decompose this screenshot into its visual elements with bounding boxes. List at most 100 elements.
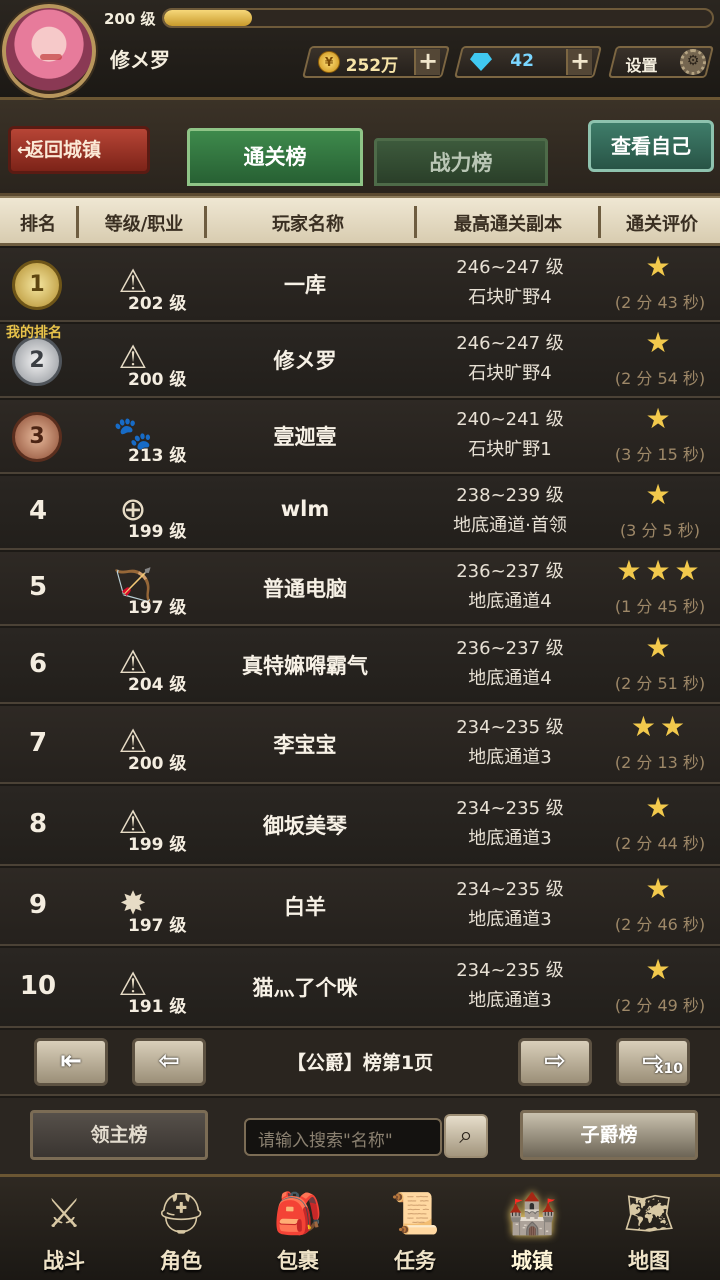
back-to-town-button[interactable]: ← 返回城镇 xyxy=(8,126,150,174)
add-gem-button[interactable]: + xyxy=(566,47,592,75)
back-label: 返回城镇 xyxy=(25,139,102,161)
player-avatar[interactable] xyxy=(2,4,96,98)
settings-button[interactable]: 设置 ⚙ xyxy=(608,46,714,78)
next-page-button[interactable]: ⇨ xyxy=(518,1038,592,1086)
player-name: wlm xyxy=(280,497,330,521)
dungeon-name: 地底通道4 xyxy=(468,668,552,689)
table-row[interactable]: 10 ⚠ 191 级 猫灬了个咪 234~235 级 地底通道3 ★ (2 分 … xyxy=(0,948,720,1028)
nav-label: 任务 xyxy=(394,1249,436,1273)
dungeon-name: 石块旷野1 xyxy=(468,439,552,460)
clear-time: (2 分 43 秒) xyxy=(614,293,706,312)
clear-time: (3 分 15 秒) xyxy=(614,445,706,464)
search-bar: 领主榜 请输入搜索"名称" ⌕ 子爵榜 xyxy=(0,1098,720,1174)
nav-item[interactable]: ⚔ 战斗 xyxy=(8,1185,120,1280)
table-row[interactable]: 5 🏹 197 级 普通电脑 236~237 级 地底通道4 ★★★ (1 分 … xyxy=(0,552,720,626)
table-row[interactable]: 7 ⚠ 200 级 李宝宝 234~235 级 地底通道3 ★★ (2 分 13… xyxy=(0,706,720,784)
page-label: 【公爵】榜第1页 xyxy=(286,1052,434,1074)
nav-item[interactable]: 📜 任务 xyxy=(359,1185,471,1280)
rating-stars: ★ xyxy=(645,250,675,283)
dungeon-name: 地底通道4 xyxy=(468,591,552,612)
lord-ranking-button[interactable]: 领主榜 xyxy=(30,1110,208,1160)
dungeon-level-range: 238~239 级 xyxy=(456,485,564,506)
table-row[interactable]: 9 ✸ 197 级 白羊 234~235 级 地底通道3 ★ (2 分 46 秒… xyxy=(0,868,720,946)
rank-number: 5 xyxy=(28,572,48,602)
clear-time: (2 分 49 秒) xyxy=(614,996,706,1015)
table-row[interactable]: 1 ⚠ 202 级 一库 246~247 级 石块旷野4 ★ (2 分 43 秒… xyxy=(0,248,720,322)
player-level: 199 级 xyxy=(128,522,187,542)
nav-icon: 🗺 xyxy=(623,1191,675,1237)
add-gold-button[interactable]: + xyxy=(414,47,440,75)
dungeon-level-range: 236~237 级 xyxy=(456,561,564,582)
settings-label: 设置 xyxy=(625,56,658,75)
clear-time: (2 分 54 秒) xyxy=(614,369,706,388)
col-divider xyxy=(76,206,79,238)
player-level: 199 级 xyxy=(128,835,187,855)
search-icon[interactable]: ⌕ xyxy=(444,1114,488,1158)
table-row[interactable]: 4 ⊕ 199 级 wlm 238~239 级 地底通道·首领 ★ (3 分 5… xyxy=(0,476,720,550)
clear-time: (2 分 51 秒) xyxy=(614,674,706,693)
search-input[interactable]: 请输入搜索"名称" xyxy=(244,1118,442,1156)
nav-label: 地图 xyxy=(628,1249,670,1273)
dungeon-level-range: 234~235 级 xyxy=(456,960,564,981)
dungeon-name: 地底通道3 xyxy=(468,990,552,1011)
prev-page-button[interactable]: ⇦ xyxy=(132,1038,206,1086)
rank-number: 7 xyxy=(28,728,48,758)
x10-label: x10 xyxy=(654,1061,683,1077)
nav-label: 角色 xyxy=(160,1249,202,1273)
rank-medal-icon: 2 xyxy=(12,336,62,386)
rank-number: 10 xyxy=(19,971,57,1001)
my-rank-label: 我的排名 xyxy=(6,325,62,341)
dungeon-level-range: 234~235 级 xyxy=(456,798,564,819)
dungeon-name: 地底通道3 xyxy=(468,747,552,768)
first-page-icon: ⇤ xyxy=(60,1046,82,1076)
player-level: 197 级 xyxy=(128,598,187,618)
ranking-screen: 200 级 修メ罗 ¥ 252万 + 42 + 设置 ⚙ ← 返回城镇 通关榜 … xyxy=(0,0,720,1280)
col-divider xyxy=(204,206,207,238)
viscount-ranking-button[interactable]: 子爵榜 xyxy=(520,1110,698,1160)
first-page-button[interactable]: ⇤ xyxy=(34,1038,108,1086)
dungeon-name: 石块旷野4 xyxy=(468,363,552,384)
dungeon-level-range: 246~247 级 xyxy=(456,333,564,354)
player-name: 修メ罗 xyxy=(110,48,170,72)
rank-number: 8 xyxy=(28,809,48,839)
gem-amount: 42 xyxy=(510,51,534,71)
table-row[interactable]: 2 我的排名 ⚠ 200 级 修メ罗 246~247 级 石块旷野4 ★ (2 分… xyxy=(0,324,720,398)
player-name: 壹迦壹 xyxy=(273,425,337,449)
gold-display: ¥ 252万 + xyxy=(302,46,450,78)
nav-item[interactable]: 🎒 包裹 xyxy=(242,1185,354,1280)
table-row[interactable]: 6 ⚠ 204 级 真特嫲嘚霸气 236~237 级 地底通道4 ★ (2 分 … xyxy=(0,628,720,704)
rating-stars: ★★★ xyxy=(616,554,704,587)
gold-amount: 252万 xyxy=(345,56,399,76)
dungeon-level-range: 246~247 级 xyxy=(456,257,564,278)
rank-number: 9 xyxy=(28,890,48,920)
col-rank: 排名 xyxy=(20,214,56,235)
player-level: 202 级 xyxy=(128,294,187,314)
prev-page-icon: ⇦ xyxy=(158,1046,180,1076)
pager: ⇤ ⇦ 【公爵】榜第1页 ⇨ ⇨ x10 xyxy=(0,1030,720,1096)
dungeon-level-range: 240~241 级 xyxy=(456,409,564,430)
skip-10-pages-button[interactable]: ⇨ x10 xyxy=(616,1038,690,1086)
tab-power-ranking[interactable]: 战力榜 xyxy=(374,138,548,186)
nav-item[interactable]: 🗺 地图 xyxy=(593,1185,705,1280)
nav-label: 城镇 xyxy=(511,1249,553,1273)
col-divider xyxy=(598,206,601,238)
nav-item[interactable]: 🏰 城镇 xyxy=(476,1185,588,1280)
col-name: 玩家名称 xyxy=(272,214,344,235)
column-headers: 排名 等级/职业 玩家名称 最高通关副本 通关评价 xyxy=(0,196,720,246)
nav-icon: ⛑ xyxy=(155,1191,207,1237)
dungeon-name: 地底通道3 xyxy=(468,909,552,930)
view-self-button[interactable]: 查看自己 xyxy=(588,120,714,172)
rating-stars: ★ xyxy=(645,326,675,359)
dungeon-level-range: 234~235 级 xyxy=(456,717,564,738)
nav-item[interactable]: ⛑ 角色 xyxy=(125,1185,237,1280)
dungeon-level-range: 236~237 级 xyxy=(456,638,564,659)
player-level: 213 级 xyxy=(128,446,187,466)
nav-label: 战斗 xyxy=(43,1249,85,1273)
tab-clear-ranking[interactable]: 通关榜 xyxy=(187,128,363,186)
player-name: 修メ罗 xyxy=(273,349,337,373)
nav-icon: 🎒 xyxy=(273,1191,323,1237)
table-row[interactable]: 3 🐾 213 级 壹迦壹 240~241 级 石块旷野1 ★ (3 分 15 … xyxy=(0,400,720,474)
rank-number: 6 xyxy=(28,649,48,679)
table-row[interactable]: 8 ⚠ 199 级 御坂美琴 234~235 级 地底通道3 ★ (2 分 44… xyxy=(0,786,720,866)
player-level: 200 级 xyxy=(104,10,156,28)
